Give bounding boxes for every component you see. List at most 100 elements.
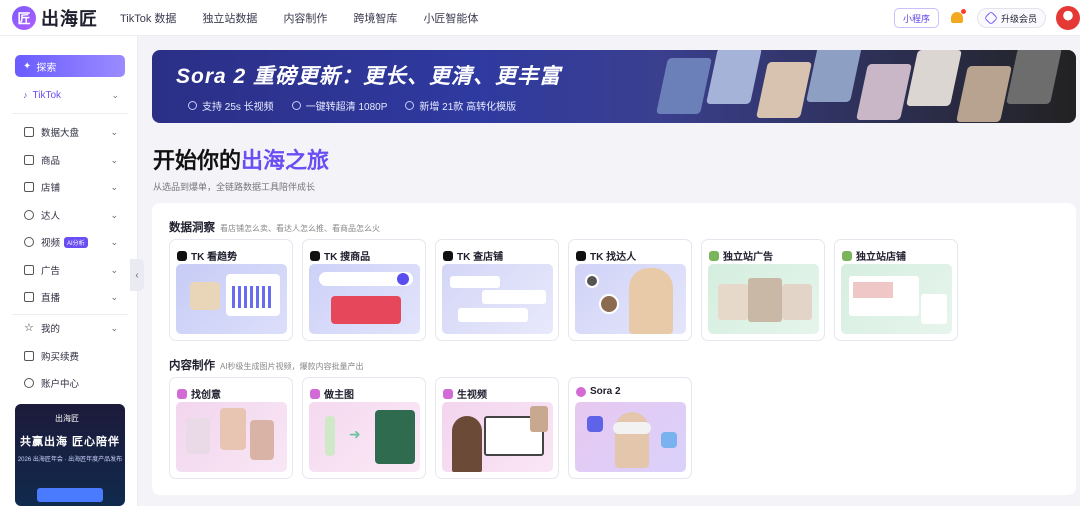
mini-program-button[interactable]: 小程序 <box>893 8 939 28</box>
sidebar-item-mine[interactable]: ☆ 我的 ⌄ <box>24 320 120 336</box>
banner-title: Sora 2 重磅更新：更长、更清、更丰富 <box>176 65 562 88</box>
card-illustration <box>176 402 287 472</box>
explore-button[interactable]: ✦ 探索 <box>15 55 125 77</box>
card-tk-find-shops[interactable]: TK 查店铺 <box>435 239 559 341</box>
card-find-ideas[interactable]: 找创意 <box>169 377 293 479</box>
sora-update-banner[interactable]: Sora 2 重磅更新：更长、更清、更丰富 支持 25s 长视频 一键转超清 1… <box>152 50 1076 123</box>
platform-selector[interactable]: ♪ TikTok ⌄ <box>15 85 125 105</box>
card-illustration <box>176 264 287 334</box>
check-circle-icon <box>405 101 415 110</box>
sidebar-item-label: 视频 <box>41 238 61 249</box>
sidebar-item-purchase[interactable]: 购买续费 <box>24 348 120 364</box>
card-illustration: ➜ <box>309 402 420 472</box>
star-icon: ☆ <box>24 322 34 334</box>
sidebar-collapse-toggle[interactable]: ‹ <box>130 259 144 291</box>
sidebar-item-label: 购买续费 <box>41 352 80 363</box>
sidebar-item-videos[interactable]: 视频 AI分析 ⌄ <box>24 234 120 250</box>
sidebar-item-label: 账户中心 <box>41 379 80 390</box>
card-illustration <box>442 264 553 334</box>
sidebar-divider <box>12 314 128 315</box>
card-standalone-shops[interactable]: 独立站店铺 <box>834 239 958 341</box>
banner-thumbnails <box>642 50 1076 123</box>
sidebar-item-account[interactable]: 账户中心 <box>24 375 120 391</box>
sidebar-item-label: 我的 <box>41 324 61 335</box>
page-title: 开始你的出海之旅 <box>153 143 329 175</box>
chevron-down-icon: ⌄ <box>110 264 118 275</box>
logo-mark-icon: 匠 <box>12 5 36 30</box>
sparkle-icon: ✦ <box>23 60 32 72</box>
store-icon <box>24 182 34 192</box>
nav-item-agent[interactable]: 小匠智能体 <box>423 10 478 26</box>
user-avatar[interactable] <box>1056 6 1080 30</box>
card-sora-2[interactable]: Sora 2 <box>568 377 692 479</box>
nav-item-standalone-data[interactable]: 独立站数据 <box>202 10 257 26</box>
promo-button[interactable] <box>37 488 103 502</box>
card-tk-trends[interactable]: TK 看趋势 <box>169 239 293 341</box>
sidebar-item-dashboard[interactable]: 数据大盘 ⌄ <box>24 124 120 140</box>
sidebar-item-products[interactable]: 商品 ⌄ <box>24 152 120 168</box>
card-generate-video[interactable]: 生视频 <box>435 377 559 479</box>
top-right-actions: 小程序 升级会员 <box>893 0 1080 36</box>
sidebar-item-shops[interactable]: 店铺 ⌄ <box>24 179 120 195</box>
sidebar-item-influencers[interactable]: 达人 ⌄ <box>24 207 120 223</box>
mini-program-label: 小程序 <box>902 13 930 24</box>
tiktok-icon <box>177 250 187 261</box>
card-title: 生视频 <box>457 390 487 401</box>
top-navbar: 匠 出海匠 TikTok 数据 独立站数据 内容制作 跨境智库 小匠智能体 小程… <box>0 0 1080 36</box>
live-icon <box>24 292 34 302</box>
app-logo[interactable]: 匠 出海匠 <box>12 5 110 31</box>
section-desc: AI秒级生成图片视频，爆款内容批量产出 <box>220 362 364 371</box>
promo-title: 共赢出海 匠心陪伴 <box>19 436 121 448</box>
play-icon <box>24 237 34 247</box>
page-title-prefix: 开始你的 <box>153 148 242 173</box>
card-illustration <box>309 264 420 334</box>
check-circle-icon <box>188 101 197 110</box>
sidebar-item-label: 数据大盘 <box>41 128 80 139</box>
banner-features: 支持 25s 长视频 一键转超清 1080P 新增 21款 高转化模版 <box>188 98 534 113</box>
card-standalone-ads[interactable]: 独立站广告 <box>701 239 825 341</box>
card-tk-search-products[interactable]: TK 搜商品 <box>302 239 426 341</box>
notification-dot <box>960 9 966 14</box>
nav-item-cross-border-library[interactable]: 跨境智库 <box>353 10 397 26</box>
sidebar: ✦ 探索 ♪ TikTok ⌄ 数据大盘 ⌄ 商品 ⌄ 店铺 ⌄ 达人 ⌄ 视频… <box>0 36 138 506</box>
logo-text: 出海匠 <box>41 8 98 29</box>
ad-icon <box>24 265 34 275</box>
image-icon <box>310 388 320 399</box>
tiktok-icon <box>310 250 320 261</box>
upgrade-label: 升级会员 <box>1000 13 1037 24</box>
page-title-highlight: 出海之旅 <box>241 148 330 173</box>
card-make-main-image[interactable]: 做主图 ➜ <box>302 377 426 479</box>
shopify-icon <box>842 250 852 261</box>
card-title: 独立站广告 <box>723 252 773 263</box>
tools-panel: 数据洞察 看店铺怎么卖、看达人怎么推、看商品怎么火 TK 看趋势 TK 搜商品 T… <box>152 203 1076 495</box>
chevron-down-icon: ⌄ <box>111 89 119 100</box>
tiktok-icon: ♪ <box>23 90 28 100</box>
sidebar-item-label: 直播 <box>41 293 61 304</box>
nav-item-tiktok-data[interactable]: TikTok 数据 <box>120 10 176 26</box>
shopify-icon <box>709 250 719 261</box>
card-illustration <box>841 264 952 334</box>
card-title: 做主图 <box>324 390 354 401</box>
sidebar-item-ads[interactable]: 广告 ⌄ <box>24 262 120 278</box>
nav-item-content-creation[interactable]: 内容制作 <box>283 10 327 26</box>
banner-feature: 新增 21款 高转化模版 <box>405 98 516 113</box>
section-title-content-creation: 内容制作 AI秒级生成图片视频，爆款内容批量产出 <box>169 360 364 372</box>
shopping-bag-icon <box>24 155 34 165</box>
card-title: TK 搜商品 <box>324 252 371 263</box>
tiktok-icon <box>576 250 586 261</box>
promo-banner[interactable]: 出海匠 共赢出海 匠心陪伴 2026 出海匠年会 · 出海匠年度产品发布 <box>15 404 125 506</box>
card-illustration <box>575 264 686 334</box>
sidebar-item-label: 商品 <box>41 156 61 167</box>
card-tk-find-influencers[interactable]: TK 找达人 <box>568 239 692 341</box>
upgrade-membership-button[interactable]: 升级会员 <box>976 8 1046 28</box>
chevron-down-icon: ⌄ <box>110 236 118 247</box>
chevron-down-icon: ⌄ <box>110 209 118 220</box>
card-title: Sora 2 <box>590 386 621 397</box>
sidebar-item-live[interactable]: 直播 ⌄ <box>24 289 120 305</box>
promo-logo: 出海匠 <box>55 414 79 423</box>
card-title: TK 查店铺 <box>457 252 504 263</box>
promo-subtitle: 2026 出海匠年会 · 出海匠年度产品发布 <box>17 457 123 463</box>
card-title: 独立站店铺 <box>856 252 906 263</box>
section-desc: 看店铺怎么卖、看达人怎么推、看商品怎么火 <box>220 224 380 233</box>
notification-bell-icon[interactable] <box>949 9 966 26</box>
